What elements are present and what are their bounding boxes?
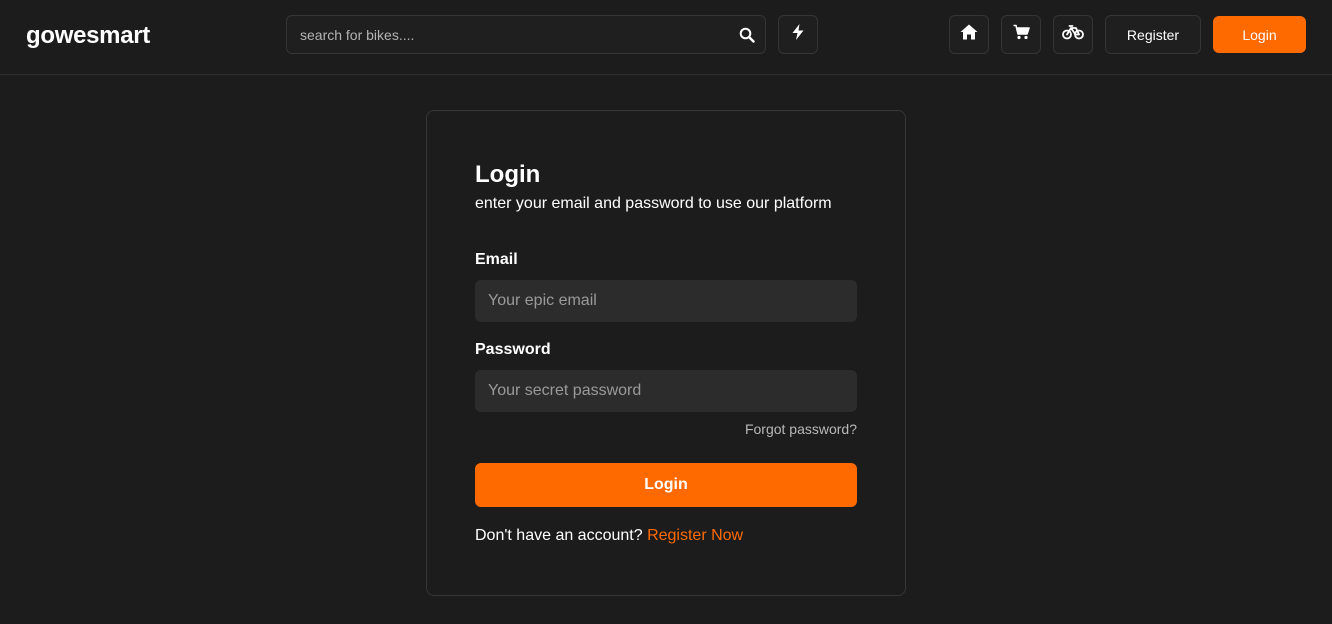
login-button[interactable]: Login — [1213, 16, 1306, 53]
signup-prompt: Don't have an account? Register Now — [475, 527, 743, 545]
bike-button[interactable] — [1053, 15, 1093, 54]
bike-icon — [1062, 24, 1084, 45]
login-submit-button[interactable]: Login — [475, 463, 857, 507]
login-card: Login enter your email and password to u… — [426, 110, 906, 596]
search-icon[interactable] — [737, 25, 757, 45]
register-button[interactable]: Register — [1105, 15, 1201, 54]
brand-logo[interactable]: gowesmart — [26, 22, 150, 50]
cart-icon — [1013, 24, 1030, 45]
cart-button[interactable] — [1001, 15, 1041, 54]
login-subtitle: enter your email and password to use our… — [475, 195, 832, 212]
search-input[interactable] — [287, 16, 727, 53]
navbar: gowesmart search for bikes.... Register … — [0, 0, 1332, 75]
login-title: Login — [475, 161, 541, 188]
register-now-link[interactable]: Register Now — [647, 527, 743, 544]
email-label: Email — [475, 251, 518, 268]
flash-icon — [791, 24, 805, 45]
search-bar — [286, 15, 766, 54]
forgot-password-link[interactable]: Forgot password? — [745, 421, 857, 437]
password-label: Password — [475, 341, 551, 358]
flash-button[interactable] — [778, 15, 818, 54]
home-icon — [960, 24, 978, 45]
email-field[interactable] — [475, 280, 857, 322]
home-button[interactable] — [949, 15, 989, 54]
no-account-text: Don't have an account? — [475, 527, 643, 544]
password-field[interactable] — [475, 370, 857, 412]
